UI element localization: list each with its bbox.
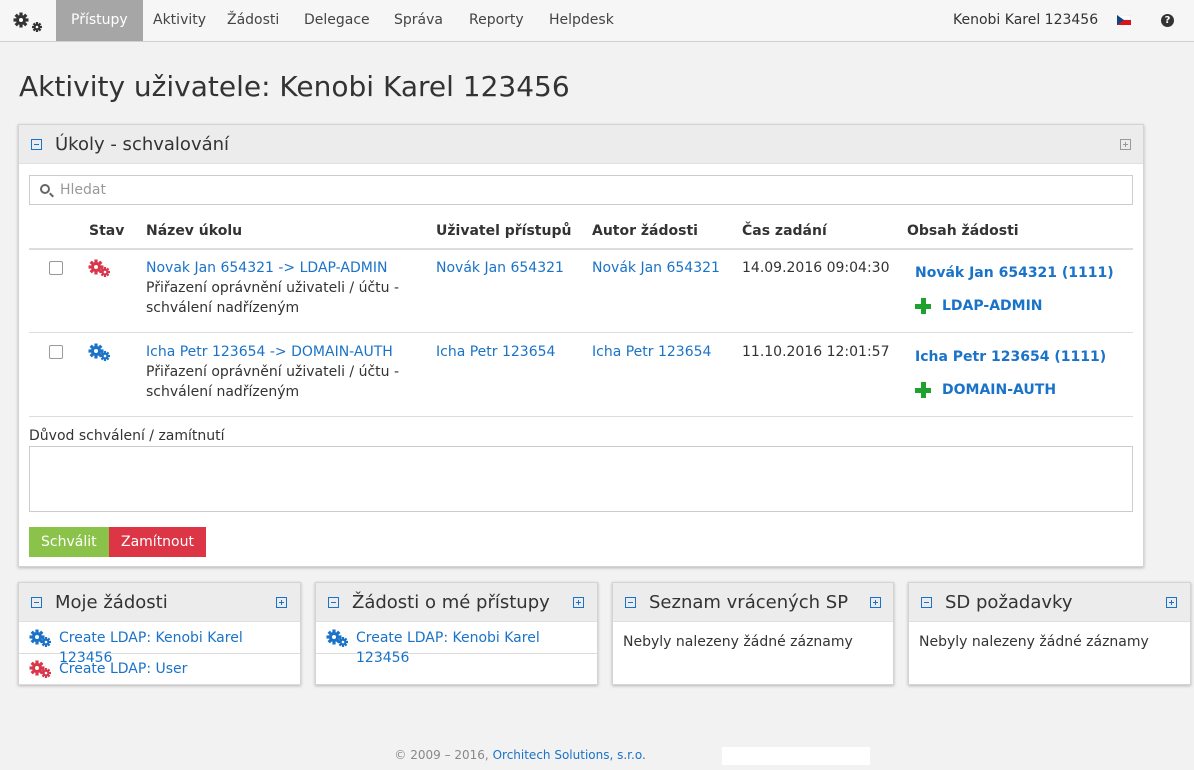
sd-requests-panel: SD požadavky Nebyly nalezeny žádné zázna… <box>908 582 1191 685</box>
search-input[interactable] <box>60 176 1120 204</box>
plus-icon <box>915 382 931 398</box>
nav-item-pristupy[interactable]: Přístupy <box>56 0 143 41</box>
task-cell: Icha Petr 123654 -> DOMAIN-AUTH Přiřazen… <box>146 342 416 402</box>
search-field[interactable] <box>29 175 1133 205</box>
returned-sp-header: Seznam vrácených SP <box>613 583 893 622</box>
my-requests-header: Moje žádosti <box>19 583 300 622</box>
nav-item-sprava[interactable]: Správa <box>379 0 458 41</box>
collapse-icon[interactable] <box>921 597 932 608</box>
content-role-link[interactable]: DOMAIN-AUTH <box>942 380 1056 400</box>
help-icon[interactable]: ? <box>1161 14 1174 27</box>
column-header-uzivatel[interactable]: Uživatel přístupů <box>436 223 571 239</box>
maximize-icon[interactable] <box>870 597 881 608</box>
tasks-panel-title: Úkoly - schvalování <box>55 134 230 155</box>
time-cell: 14.09.2016 09:04:30 <box>742 260 890 276</box>
column-header-cas[interactable]: Čas zadání <box>742 223 827 239</box>
task-cell: Novak Jan 654321 -> LDAP-ADMIN Přiřazení… <box>146 258 416 318</box>
gears-logo-icon[interactable] <box>8 8 48 36</box>
user-link[interactable]: Icha Petr 123654 <box>436 342 555 362</box>
author-link[interactable]: Icha Petr 123654 <box>592 342 711 362</box>
nav-item-aktivity[interactable]: Aktivity <box>138 0 221 41</box>
maximize-icon[interactable] <box>1120 139 1131 150</box>
task-link[interactable]: Novak Jan 654321 -> LDAP-ADMIN <box>146 260 387 276</box>
top-navbar: Přístupy Aktivity Žádosti Delegace Správ… <box>0 0 1194 42</box>
task-description: Přiřazení oprávnění uživateli / účtu - s… <box>146 364 400 400</box>
collapse-icon[interactable] <box>31 139 42 150</box>
header-divider <box>29 248 1133 250</box>
time-cell: 11.10.2016 12:01:57 <box>742 344 890 360</box>
sd-requests-header: SD požadavky <box>909 583 1190 622</box>
my-requests-panel: Moje žádosti Create LDAP: Kenobi Karel 1… <box>18 582 301 685</box>
access-requests-header: Žádosti o mé přístupy <box>316 583 597 622</box>
reject-button[interactable]: Zamítnout <box>109 527 206 557</box>
author-link[interactable]: Novák Jan 654321 <box>592 258 720 278</box>
collapse-icon[interactable] <box>328 597 339 608</box>
page-title: Aktivity uživatele: Kenobi Karel 123456 <box>19 70 570 103</box>
content-role-link[interactable]: LDAP-ADMIN <box>942 296 1043 316</box>
gears-red-icon <box>88 259 110 277</box>
request-link[interactable]: Create LDAP: User <box>59 659 187 679</box>
column-header-autor[interactable]: Autor žádosti <box>592 223 698 239</box>
nav-item-reporty[interactable]: Reporty <box>454 0 539 41</box>
sd-requests-title: SD požadavky <box>945 592 1073 613</box>
maximize-icon[interactable] <box>276 597 287 608</box>
footer: © 2009 – 2016, Orchitech Solutions, s.r.… <box>0 748 1194 762</box>
row-checkbox[interactable] <box>49 345 63 359</box>
column-header-obsah[interactable]: Obsah žádosti <box>907 223 1019 239</box>
empty-message: Nebyly nalezeny žádné záznamy <box>919 634 1149 650</box>
row-divider <box>29 332 1133 333</box>
user-link[interactable]: Novák Jan 654321 <box>436 258 564 278</box>
empty-message: Nebyly nalezeny žádné záznamy <box>623 634 853 650</box>
returned-sp-panel: Seznam vrácených SP Nebyly nalezeny žádn… <box>612 582 894 685</box>
footer-blank-area <box>722 747 870 765</box>
gears-red-icon <box>29 660 51 678</box>
company-link[interactable]: Orchitech Solutions, s.r.o. <box>493 748 646 762</box>
content-user-link[interactable]: Icha Petr 123654 (1111) <box>915 347 1106 367</box>
collapse-icon[interactable] <box>625 597 636 608</box>
task-description: Přiřazení oprávnění uživateli / účtu - s… <box>146 280 400 316</box>
nav-item-delegace[interactable]: Delegace <box>289 0 385 41</box>
access-requests-title: Žádosti o mé přístupy <box>352 592 550 613</box>
list-item[interactable]: Create LDAP: Kenobi Karel 123456 <box>19 623 300 666</box>
nav-item-zadosti[interactable]: Žádosti <box>212 0 294 41</box>
reason-label: Důvod schválení / zamítnutí <box>29 428 225 444</box>
nav-item-helpdesk[interactable]: Helpdesk <box>534 0 629 41</box>
reason-textarea[interactable] <box>29 446 1133 512</box>
collapse-icon[interactable] <box>31 597 42 608</box>
returned-sp-title: Seznam vrácených SP <box>649 592 849 613</box>
copyright-text: © 2009 – 2016, <box>394 748 489 762</box>
tasks-panel: Úkoly - schvalování Stav Název úkolu Uži… <box>18 124 1144 567</box>
user-name[interactable]: Kenobi Karel 123456 <box>953 0 1098 41</box>
gears-blue-icon <box>326 629 348 647</box>
access-requests-panel: Žádosti o mé přístupy Create LDAP: Kenob… <box>315 582 598 685</box>
plus-icon <box>915 298 931 314</box>
task-link[interactable]: Icha Petr 123654 -> DOMAIN-AUTH <box>146 344 393 360</box>
row-divider <box>29 416 1133 417</box>
column-header-stav[interactable]: Stav <box>89 223 124 239</box>
maximize-icon[interactable] <box>573 597 584 608</box>
approve-button[interactable]: Schválit <box>29 527 109 557</box>
tasks-panel-header: Úkoly - schvalování <box>19 125 1143 164</box>
row-checkbox[interactable] <box>49 261 63 275</box>
column-header-nazev[interactable]: Název úkolu <box>146 223 242 239</box>
list-item[interactable]: Create LDAP: Kenobi Karel 123456 <box>316 623 597 666</box>
request-link[interactable]: Create LDAP: Kenobi Karel 123456 <box>356 628 597 668</box>
gears-blue-icon <box>88 343 110 361</box>
maximize-icon[interactable] <box>1166 597 1177 608</box>
czech-flag-icon[interactable] <box>1117 15 1131 25</box>
list-item[interactable]: Create LDAP: User <box>19 654 300 685</box>
content-user-link[interactable]: Novák Jan 654321 (1111) <box>915 263 1114 283</box>
my-requests-title: Moje žádosti <box>55 592 168 613</box>
gears-blue-icon <box>29 629 51 647</box>
search-icon <box>40 184 50 194</box>
